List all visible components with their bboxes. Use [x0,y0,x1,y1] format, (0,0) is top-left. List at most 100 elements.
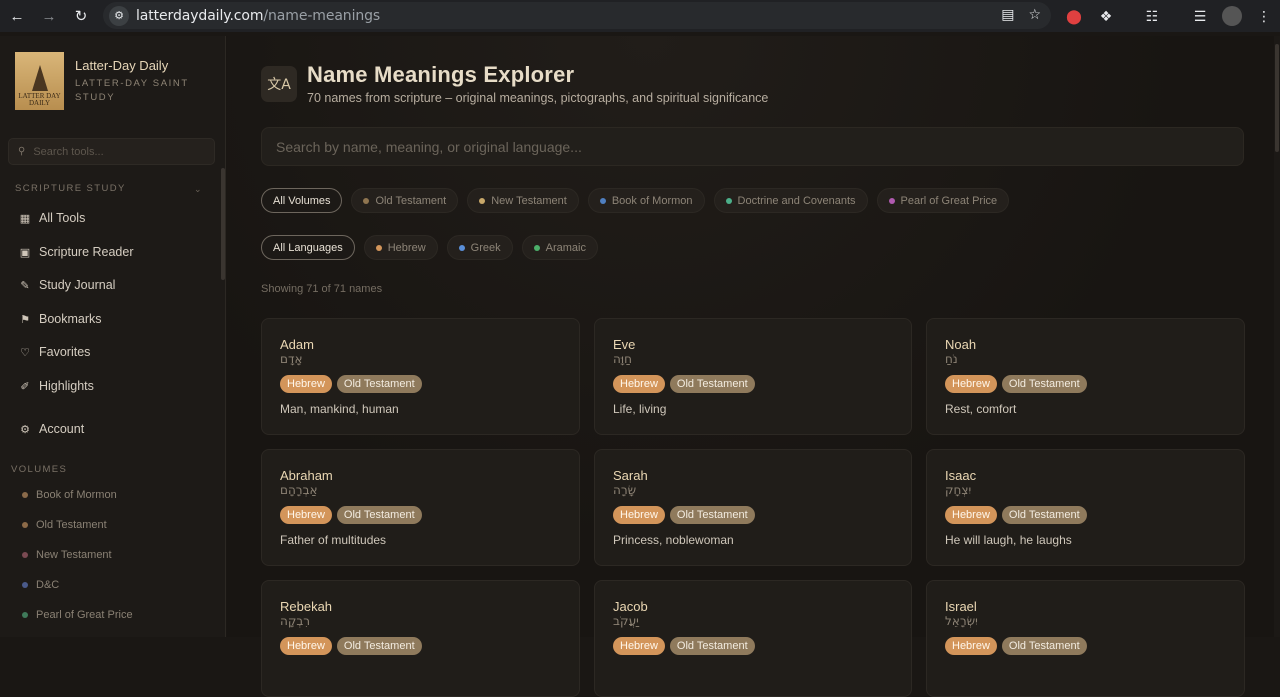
filter-all-volumes[interactable]: All Volumes [261,188,343,213]
sidebar-item-scripture-reader[interactable]: ▣ Scripture Reader [18,242,134,262]
volume-badge: Old Testament [669,506,755,524]
name-card[interactable]: Noah נֹחַ Hebrew Old Testament Rest, comf… [926,318,1245,435]
filter-new-testament[interactable]: New Testament [467,188,579,213]
chip-label: Old Testament [375,194,447,207]
name-card[interactable]: Sarah שָׂרָה Hebrew Old Testament Princes… [594,449,912,566]
chip-label: Book of Mormon [611,194,693,207]
card-original: יִצְחָק [945,483,972,497]
card-meaning: Princess, noblewoman [613,533,734,547]
browser-toolbar: ← → ↻ ⚙ latterdaydaily.com/name-meanings… [0,0,1280,32]
sidebar-search-input[interactable] [33,145,194,158]
shield-extension-icon[interactable]: ⬤ [1064,6,1084,26]
volume-badge: Old Testament [669,637,755,655]
volume-badge: Old Testament [1001,506,1087,524]
name-card[interactable]: Adam אָדָם Hebrew Old Testament Man, mank… [261,318,580,435]
language-badge: Hebrew [945,375,997,393]
extensions-puzzle-icon[interactable]: ❖ [1096,6,1116,26]
name-card[interactable]: Eve חַוָּה Hebrew Old Testament Life, liv… [594,318,912,435]
card-original: אָדָם [280,352,303,366]
card-meaning: Father of multitudes [280,533,387,547]
name-search-input[interactable] [276,138,1176,155]
volume-badge: Old Testament [1001,375,1087,393]
name-card[interactable]: Jacob יַעֲקֹב Hebrew Old Testament [594,580,912,697]
language-badge: Hebrew [280,637,332,655]
volume-label: D&C [36,579,60,591]
volume-item-book-of-mormon[interactable]: Book of Mormon [22,487,117,503]
sidebar-item-favorites[interactable]: ♡ Favorites [18,342,90,362]
language-badge: Hebrew [613,637,665,655]
card-name: Rebekah [280,599,333,614]
volume-label: Book of Mormon [36,489,117,501]
sidebar-item-all-tools[interactable]: ▦ All Tools [18,208,86,228]
card-name: Adam [280,337,314,352]
name-card[interactable]: Abraham אַבְרָהָם Hebrew Old Testament Fa… [261,449,580,566]
card-name: Isaac [945,468,977,483]
sidebar-scrollbar[interactable] [221,168,225,280]
card-name: Sarah [613,468,648,483]
main-scrollbar[interactable] [1274,36,1280,637]
chevron-down-icon[interactable]: ⌄ [194,184,202,195]
chip-dot [479,197,486,204]
brand[interactable]: LATTER DAY DAILY Latter-Day Daily LATTER… [15,52,205,110]
volume-label: Pearl of Great Price [36,609,133,621]
forward-arrow-icon[interactable]: → [39,6,59,26]
filter-pearl-of-great-price[interactable]: Pearl of Great Price [876,188,1010,213]
card-name: Eve [613,337,636,352]
sidebar-item-study-journal[interactable]: ✎ Study Journal [18,275,115,295]
sidebar-item-label: Highlights [39,379,94,393]
menu-kebab-icon[interactable]: ⋮ [1254,6,1274,26]
filter-aramaic[interactable]: Aramaic [521,235,598,260]
name-card[interactable]: Rebekah רִבְקָה Hebrew Old Testament [261,580,580,697]
translate-icon: 文A [261,66,297,102]
bookmark-star-icon[interactable]: ☆ [1028,6,1041,23]
card-meaning: He will laugh, he laughs [945,533,1072,547]
section-label-scripture: SCRIPTURE STUDY [15,183,126,194]
card-name: Noah [945,337,977,352]
site-info-icon[interactable]: ⚙ [109,5,129,26]
url-text[interactable]: latterdaydaily.com/name-meanings [136,8,380,24]
filter-greek[interactable]: Greek [446,235,513,260]
filter-all-languages[interactable]: All Languages [261,235,355,260]
result-count: Showing 71 of 71 names [261,283,383,295]
media-queue-icon[interactable]: ☰ [1190,6,1210,26]
volume-badge: Old Testament [1001,637,1087,655]
sidebar-item-bookmarks[interactable]: ⚑ Bookmarks [18,309,101,329]
address-bar[interactable]: ⚙ latterdaydaily.com/name-meanings ▤ ☆ [103,2,1051,29]
page-subtitle: 70 names from scripture – original meani… [307,91,769,105]
filter-hebrew[interactable]: Hebrew [363,235,438,260]
sidebar-item-account[interactable]: ⚙ Account [18,419,84,439]
volume-dot [22,552,28,558]
language-badge: Hebrew [945,506,997,524]
app-root: LATTER DAY DAILY Latter-Day Daily LATTER… [0,36,1280,697]
volume-item-new-testament[interactable]: New Testament [22,547,112,563]
back-arrow-icon[interactable]: ← [7,6,27,26]
filter-book-of-mormon[interactable]: Book of Mormon [587,188,705,213]
chip-label: Hebrew [387,241,426,254]
card-original: רִבְקָה [280,614,311,628]
name-card[interactable]: Isaac יִצְחָק Hebrew Old Testament He wil… [926,449,1245,566]
chip-dot [533,244,540,251]
name-card[interactable]: Israel יִשְׂרָאֵל Hebrew Old Testament [926,580,1245,697]
filter-old-testament[interactable]: Old Testament [351,188,459,213]
volume-dot [22,492,28,498]
url-domain: latterdaydaily.com [136,7,264,24]
reload-icon[interactable]: ↻ [71,6,91,26]
scrollbar-thumb[interactable] [1275,44,1279,152]
card-meaning: Rest, comfort [945,402,1017,416]
card-meaning: Life, living [613,402,667,416]
name-search [261,127,1244,166]
sidebar-item-highlights[interactable]: ✐ Highlights [18,376,94,396]
volume-badge: Old Testament [669,375,755,393]
profile-avatar-icon[interactable] [1222,6,1242,26]
sidebar-item-label: Scripture Reader [39,245,134,259]
lens-search-icon[interactable]: ☷ [1142,6,1162,26]
volume-item-dc[interactable]: D&C [22,577,59,593]
volume-badge: Old Testament [336,506,422,524]
volume-dot [22,522,28,528]
volume-item-pearl-of-great-price[interactable]: Pearl of Great Price [22,607,133,623]
card-original: יִשְׂרָאֵל [945,614,978,628]
language-badge: Hebrew [613,506,665,524]
volume-item-old-testament[interactable]: Old Testament [22,517,107,533]
filter-doctrine-and-covenants[interactable]: Doctrine and Covenants [713,188,868,213]
install-app-icon[interactable]: ▤ [1001,6,1014,23]
